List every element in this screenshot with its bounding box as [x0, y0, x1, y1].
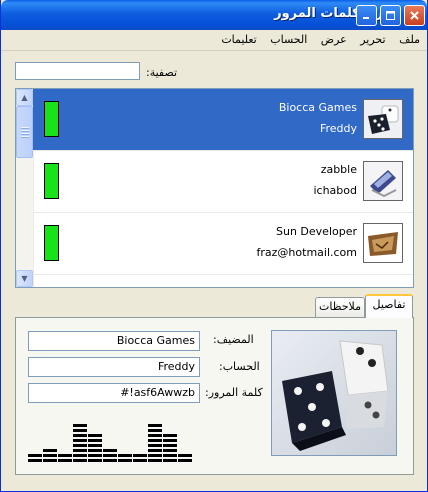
filter-label: تصفية: — [146, 66, 178, 79]
strength-segment — [73, 449, 87, 452]
close-button[interactable] — [404, 5, 425, 26]
close-icon — [410, 11, 419, 20]
menu-view[interactable]: عرض — [316, 30, 352, 50]
strength-segment — [163, 444, 177, 447]
strength-segment — [58, 459, 72, 462]
strength-segment — [118, 454, 132, 457]
strength-segment — [43, 459, 57, 462]
tab-notes[interactable]: ملاحظات — [315, 297, 365, 317]
strength-segment — [28, 454, 42, 457]
strength-segment — [88, 444, 102, 447]
strength-segment — [148, 449, 162, 452]
strength-segment — [73, 434, 87, 437]
scrollbar[interactable]: ▲ ▼ — [16, 89, 34, 287]
strength-segment — [148, 454, 162, 457]
strength-segment — [88, 459, 102, 462]
menu-edit[interactable]: تحرير — [355, 30, 390, 50]
strength-segment — [88, 434, 102, 437]
dice-icon — [363, 99, 403, 139]
strength-segment — [148, 439, 162, 442]
strength-segment — [148, 424, 162, 427]
entry-user: fraz@hotmail.com — [256, 246, 357, 259]
strength-segment — [88, 449, 102, 452]
list-item[interactable]: Sun Developer fraz@hotmail.com — [33, 213, 413, 275]
menu-file[interactable]: ملف — [394, 30, 425, 50]
strength-segment — [148, 444, 162, 447]
minimize-button[interactable] — [356, 5, 377, 26]
strength-segment — [178, 459, 192, 462]
entry-user: Freddy — [319, 122, 357, 135]
strength-segment — [73, 439, 87, 442]
entry-host: zabble — [320, 163, 357, 176]
strength-segment — [148, 429, 162, 432]
arrow-up-icon: ▲ — [21, 93, 28, 102]
password-strength-meter — [28, 424, 192, 462]
strength-bar — [44, 225, 59, 261]
entries-list[interactable]: ▲ ▼ Biocca Games Freddy zabble ichabod S… — [15, 88, 414, 288]
strength-segment — [163, 459, 177, 462]
arrow-down-icon: ▼ — [21, 274, 28, 283]
strength-segment — [73, 459, 87, 462]
strength-segment — [118, 459, 132, 462]
strength-bar — [44, 101, 59, 137]
strength-segment — [73, 454, 87, 457]
strength-segment — [133, 459, 147, 462]
strength-segment — [148, 459, 162, 462]
strength-segment — [43, 449, 57, 452]
account-field[interactable]: Freddy — [28, 357, 200, 377]
dice-icon — [271, 330, 397, 456]
strength-segment — [178, 454, 192, 457]
filter-input[interactable] — [15, 62, 140, 80]
strength-segment — [73, 444, 87, 447]
password-field[interactable]: #!asf6Awwzb — [28, 383, 200, 403]
strength-segment — [88, 439, 102, 442]
treasure-map-icon — [363, 223, 403, 263]
menu-account[interactable]: الحساب — [265, 30, 312, 50]
strength-segment — [73, 429, 87, 432]
strength-segment — [148, 434, 162, 437]
strength-segment — [43, 454, 57, 457]
strength-segment — [103, 449, 117, 452]
scroll-thumb[interactable] — [16, 106, 33, 158]
menu-help[interactable]: تعليمات — [216, 30, 261, 50]
entry-host: Biocca Games — [278, 101, 357, 114]
tab-details[interactable]: تفاصيل — [365, 294, 413, 318]
account-label: الحساب: — [219, 360, 260, 373]
scroll-down-button[interactable]: ▼ — [16, 270, 33, 287]
strength-segment — [163, 449, 177, 452]
strength-segment — [163, 434, 177, 437]
title-bar[interactable]: مخزن كلمات المرور — [1, 0, 427, 30]
password-vault-window: مخزن كلمات المرور ملف تحرير عرض الحساب ت… — [0, 0, 428, 492]
entry-user: ichabod — [313, 184, 357, 197]
strength-segment — [88, 454, 102, 457]
host-label: المضيف: — [213, 333, 254, 346]
maximize-icon — [386, 11, 395, 20]
card-reader-icon — [363, 161, 403, 201]
minimize-icon — [363, 17, 369, 19]
strength-segment — [133, 454, 147, 457]
list-item[interactable]: zabble ichabod — [33, 151, 413, 213]
list-item[interactable]: Biocca Games Freddy — [33, 89, 413, 151]
strength-segment — [73, 424, 87, 427]
strength-bar — [44, 163, 59, 199]
strength-segment — [163, 454, 177, 457]
menu-bar: ملف تحرير عرض الحساب تعليمات — [1, 30, 427, 51]
entry-host: Sun Developer — [276, 225, 357, 238]
scroll-up-button[interactable]: ▲ — [16, 89, 33, 106]
password-label: كلمة المرور: — [205, 386, 263, 399]
strength-segment — [28, 459, 42, 462]
strength-segment — [103, 459, 117, 462]
maximize-button[interactable] — [380, 5, 401, 26]
host-field[interactable]: Biocca Games — [28, 331, 200, 351]
details-panel: المضيف: Biocca Games الحساب: Freddy كلمة… — [15, 317, 414, 475]
strength-segment — [58, 454, 72, 457]
strength-segment — [163, 439, 177, 442]
strength-segment — [103, 454, 117, 457]
